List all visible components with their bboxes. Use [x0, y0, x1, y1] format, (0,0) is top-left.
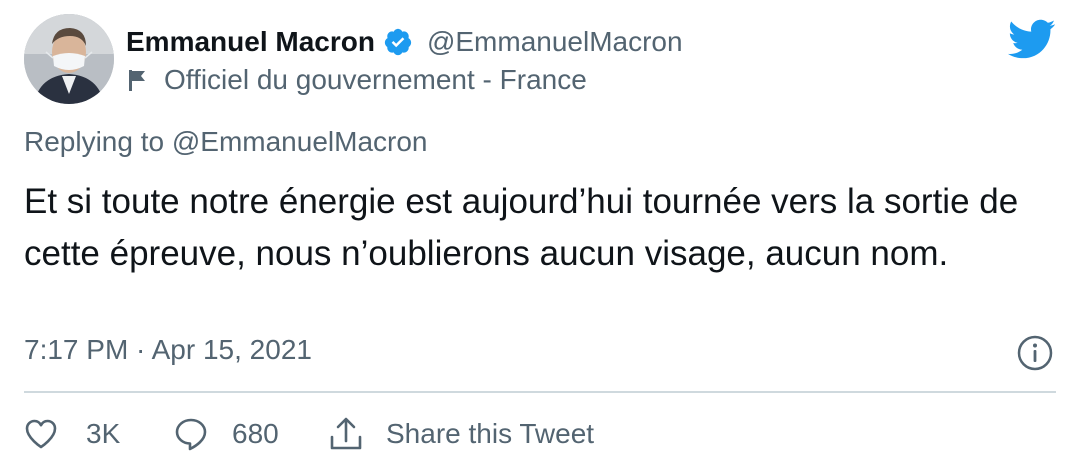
share-label: Share this Tweet	[386, 418, 595, 449]
tweet-card: Emmanuel Macron @EmmanuelMacron Officiel…	[0, 0, 1080, 466]
avatar[interactable]	[24, 14, 114, 104]
heart-icon	[24, 418, 58, 450]
verified-badge-icon	[383, 27, 413, 57]
author-header: Emmanuel Macron @EmmanuelMacron	[126, 22, 683, 62]
author-display-name[interactable]: Emmanuel Macron	[126, 26, 375, 58]
info-icon[interactable]	[1016, 334, 1054, 372]
like-button[interactable]: 3K	[24, 418, 174, 450]
like-count: 3K	[86, 418, 121, 449]
share-button[interactable]: Share this Tweet	[328, 416, 594, 452]
share-icon	[328, 416, 364, 452]
reply-button[interactable]: 680	[174, 417, 328, 451]
avatar-image	[24, 14, 114, 104]
tweet-text: Et si toute notre énergie est aujourd’hu…	[24, 182, 1019, 273]
flag-icon	[126, 67, 150, 93]
action-bar: 3K 680 Share this Tweet	[24, 412, 594, 456]
reply-count: 680	[232, 418, 279, 449]
replying-to[interactable]: Replying to @EmmanuelMacron	[24, 126, 427, 158]
author-handle[interactable]: @EmmanuelMacron	[427, 26, 683, 58]
tweet-timestamp[interactable]: 7:17 PM · Apr 15, 2021	[24, 334, 312, 366]
speech-bubble-icon	[174, 417, 208, 451]
government-label: Officiel du gouvernement - France	[126, 62, 587, 98]
divider	[24, 391, 1056, 393]
twitter-bird-icon[interactable]	[1006, 18, 1056, 60]
government-label-text[interactable]: Officiel du gouvernement - France	[164, 64, 587, 96]
